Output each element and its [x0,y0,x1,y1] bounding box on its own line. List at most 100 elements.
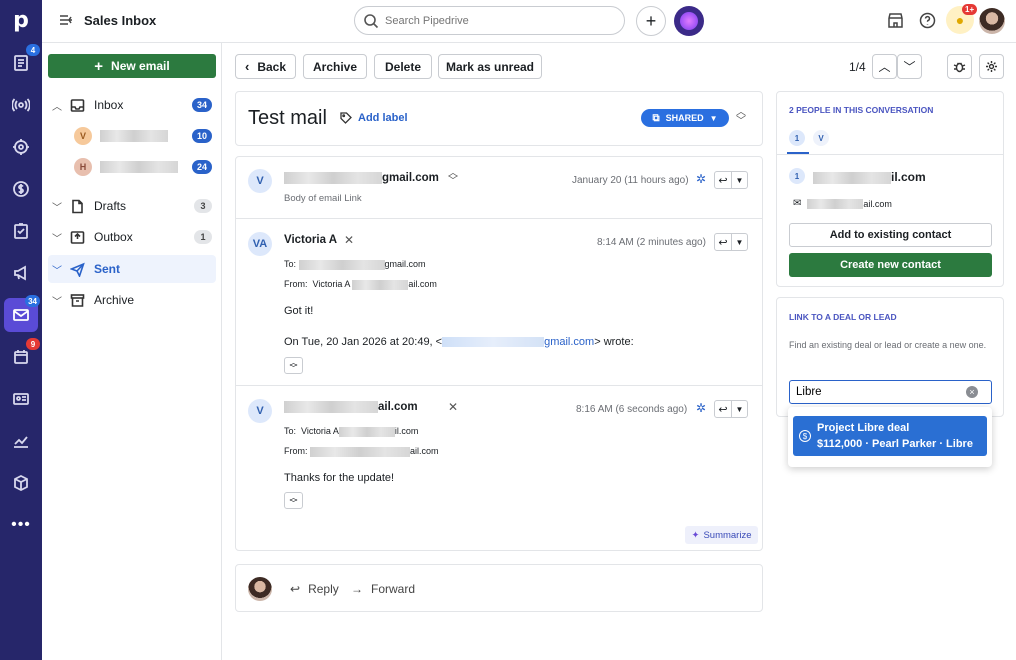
message-collapsed[interactable]: V gmail.com ︿ ﹀ Body of email Link Januar… [236,157,762,219]
settings-button[interactable] [979,54,1004,79]
account-avatar: V [74,127,92,145]
gear-icon [986,61,997,72]
shared-label: SHARED [665,113,704,123]
contacts-icon[interactable] [0,380,42,418]
folder-outbox[interactable]: ﹀ Outbox 1 [48,223,216,251]
message-date: 8:16 AM (6 seconds ago) [576,404,688,415]
caret-down-icon[interactable]: ▼ [731,401,747,417]
mail-icon[interactable]: 34 [4,295,40,332]
chevron-down-icon[interactable]: ﹀ [48,199,66,214]
prev-mail-button[interactable]: ︿ [872,54,897,79]
chevron-down-icon[interactable]: ﹀ [48,293,66,308]
reply-icon[interactable]: ↩ [715,234,731,250]
insights-icon[interactable] [0,422,42,460]
marketplace-icon[interactable] [887,12,904,32]
calendar-icon[interactable]: 9 [0,338,42,376]
broadcast-icon[interactable] [0,86,42,124]
forward-button[interactable]: → Forward [351,582,415,596]
quick-add-button[interactable]: + [636,6,666,36]
collapse-recipients-icon[interactable]: ✕ [448,400,458,414]
to-line: To: gmail.com [284,259,426,270]
chevron-down-icon[interactable]: ﹀ [48,262,66,277]
from-name: Victoria A [312,279,350,289]
megaphone-icon[interactable] [0,254,42,292]
reply-icon[interactable]: ↩ [715,172,731,188]
shared-dropdown[interactable]: ⧉ SHARED ▼ [641,109,729,127]
add-label-button[interactable]: Add label [340,112,408,124]
sparkle-icon [680,12,698,30]
folder-drafts[interactable]: ﹀ Drafts 3 [48,192,216,220]
expand-recipients-icon[interactable]: ︿ ﹀ [448,169,458,187]
folder-sent[interactable]: ﹀ Sent [48,255,216,283]
archive-button[interactable]: Archive [303,54,367,79]
person-domain: il.com [891,170,926,184]
message-expanded: V ail.com ✕ 8:16 AM (6 seconds ago) ✲ ↩ ▼… [236,386,762,550]
reply-split-button[interactable]: ↩ ▼ [714,400,748,418]
inbox-icon [66,98,88,113]
chevron-up-icon[interactable]: ︿ [48,98,66,113]
archive-label: Archive [312,59,358,74]
user-avatar[interactable] [979,8,1005,34]
help-icon[interactable] [919,12,936,32]
expand-collapse-icon[interactable]: ︿ ﹀ [736,108,746,127]
folder-inbox[interactable]: ︿ Inbox 34 [48,91,216,119]
inbox-sub-account[interactable]: H 24 [48,153,216,181]
clear-icon[interactable]: × [966,386,978,398]
search-input[interactable] [385,14,605,27]
more-icon[interactable]: ••• [0,506,42,544]
from-label: From: [284,446,308,456]
dollar-icon[interactable] [0,170,42,208]
quote-email-link[interactable]: gmail.com [544,336,594,348]
pipedrive-logo[interactable]: p [0,1,42,39]
reply-split-button[interactable]: ↩ ▼ [714,171,748,189]
reply-icon[interactable]: ↩ [715,401,731,417]
collapse-menu-icon[interactable] [58,12,74,31]
reply-split-button[interactable]: ↩ ▼ [714,233,748,251]
deals-icon[interactable]: 4 [0,44,42,82]
folder-count: 34 [191,98,212,112]
tasks-icon[interactable] [0,212,42,250]
inbox-sub-account[interactable]: V 10 [48,122,216,150]
caret-down-icon[interactable]: ▼ [731,234,747,250]
create-contact-label: Create new contact [840,259,941,271]
person-tab-2[interactable]: V [813,130,829,146]
bug-report-button[interactable] [947,54,972,79]
search-bar[interactable] [354,6,625,35]
add-existing-contact-button[interactable]: Add to existing contact [789,223,992,247]
caret-down-icon[interactable]: ▼ [731,172,747,188]
back-button[interactable]: ‹ Back [235,54,296,79]
show-quoted-button[interactable]: ︿ ﹀ [284,492,303,509]
tips-button[interactable]: ● 1+ [946,4,978,34]
products-icon[interactable] [0,464,42,502]
rail-badge-mail: 34 [25,295,40,307]
person-name: il.com [813,170,926,184]
folder-archive[interactable]: ﹀ Archive [48,286,216,314]
deal-search-input[interactable] [796,386,966,398]
search-icon [363,13,379,29]
summarize-button[interactable]: ✦ Summarize [685,526,758,544]
mark-unread-button[interactable]: Mark as unread [438,54,542,79]
new-email-button[interactable]: + New email [48,54,216,78]
reply-button[interactable]: ↩ Reply [290,582,339,596]
collapse-recipients-icon[interactable]: ✕ [344,233,354,247]
show-quoted-button[interactable]: ︿ ﹀ [284,357,303,374]
folder-label: Sent [94,262,121,276]
link-deal-description: Find an existing deal or lead or create … [789,340,987,350]
deal-search-field[interactable]: × [789,380,992,404]
next-mail-button[interactable]: ﹀ [897,54,922,79]
tag-icon [340,112,352,124]
ai-assistant-button[interactable] [674,6,704,36]
person-tab-1[interactable]: 1 [789,130,805,146]
create-contact-button[interactable]: Create new contact [789,253,992,277]
app-rail: p 4 34 9 ••• [0,0,42,660]
sparkle-icon: ✦ [691,529,700,541]
target-icon[interactable] [0,128,42,166]
deal-result-item[interactable]: $ Project Libre deal $112,000 · Pearl Pa… [793,416,987,456]
redacted-sender [310,446,411,457]
message-body: Got it! [284,305,314,317]
chevron-down-icon[interactable]: ﹀ [48,230,66,245]
redacted-link [442,337,545,348]
delete-button[interactable]: Delete [374,54,432,79]
message-preview: Body of email Link [284,193,362,204]
new-email-label: New email [111,59,170,73]
